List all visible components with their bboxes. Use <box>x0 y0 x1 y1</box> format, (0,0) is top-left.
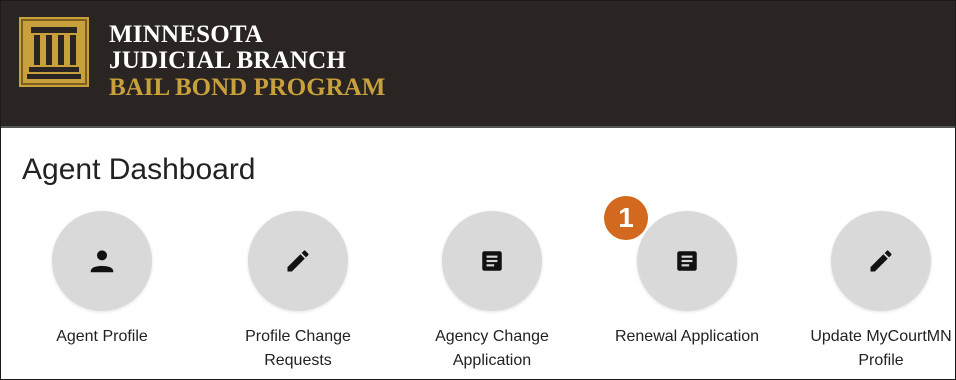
tile-label-line2: Requests <box>264 352 332 369</box>
document-icon <box>482 251 502 271</box>
profile-change-requests-button[interactable] <box>248 211 348 311</box>
tile-label-line1: Renewal Application <box>614 328 760 345</box>
step-number-badge: 1 <box>604 196 648 240</box>
tile-label-line1: Profile Change <box>245 328 351 345</box>
courthouse-logo-icon <box>19 17 89 87</box>
tile-label-line2: Application <box>452 352 532 369</box>
update-mycourtmn-profile-label: Update MyCourtMN Profile <box>791 325 955 373</box>
site-header: MINNESOTA JUDICIAL BRANCH BAIL BOND PROG… <box>1 1 955 128</box>
agent-profile-label: Agent Profile <box>12 325 192 349</box>
agency-change-application-label: Agency Change Application <box>402 325 582 373</box>
brand-line-judicial-branch: JUDICIAL BRANCH <box>109 47 347 74</box>
agent-profile-button[interactable] <box>52 211 152 311</box>
agency-change-application-button[interactable] <box>442 211 542 311</box>
profile-change-requests-label: Profile Change Requests <box>208 325 388 373</box>
agent-profile-tile[interactable]: Agent Profile <box>12 211 192 349</box>
person-icon <box>90 250 114 273</box>
window: MINNESOTA JUDICIAL BRANCH BAIL BOND PROG… <box>0 0 956 380</box>
brand-line-bail-bond-program: BAIL BOND PROGRAM <box>109 74 386 101</box>
pencil-icon <box>870 250 892 272</box>
pencil-icon <box>287 250 309 272</box>
renewal-application-label: Renewal Application <box>597 325 777 349</box>
profile-change-requests-tile[interactable]: Profile Change Requests <box>208 211 388 373</box>
page-title: Agent Dashboard <box>22 153 256 186</box>
renewal-application-button[interactable] <box>637 211 737 311</box>
agency-change-application-tile[interactable]: Agency Change Application <box>402 211 582 373</box>
tile-label-line1: Agency Change <box>435 328 549 345</box>
update-mycourtmn-profile-button[interactable] <box>831 211 931 311</box>
tile-label-line1: Agent Profile <box>56 328 148 345</box>
brand-text: MINNESOTA JUDICIAL BRANCH BAIL BOND PROG… <box>109 21 386 102</box>
document-icon <box>677 251 697 271</box>
update-mycourtmn-profile-tile[interactable]: Update MyCourtMN Profile <box>791 211 955 373</box>
brand-line-minnesota: MINNESOTA <box>109 21 264 48</box>
tile-label-line1: Update MyCourtMN <box>810 328 952 345</box>
tile-label-line2: Profile <box>858 352 904 369</box>
